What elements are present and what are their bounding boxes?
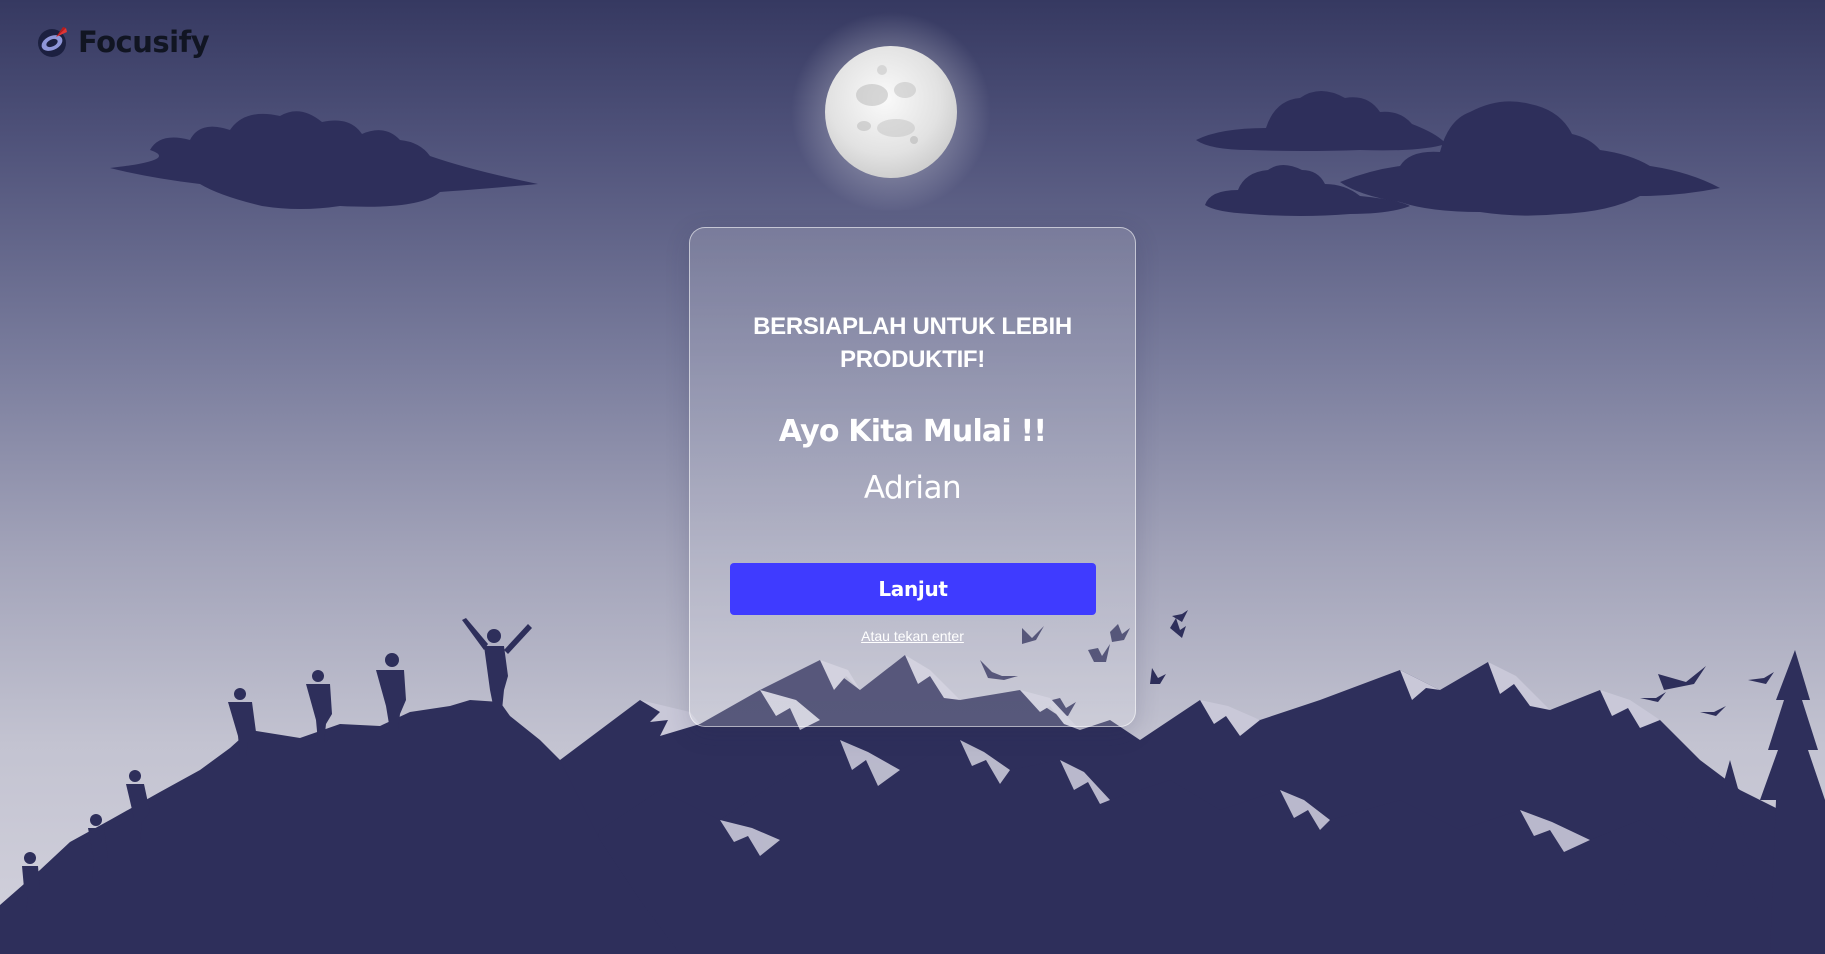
app-logo[interactable]: Focusify (36, 25, 210, 59)
welcome-card: BERSIAPLAH UNTUK LEBIH PRODUKTIF! Ayo Ki… (689, 227, 1136, 727)
welcome-screen: Focusify BERSIAPLAH UNTUK LEBIH PRODUKTI… (0, 0, 1825, 954)
greeting-text: Ayo Kita Mulai !! (778, 414, 1047, 449)
app-name: Focusify (78, 25, 210, 59)
continue-button[interactable]: Lanjut (730, 563, 1096, 615)
compass-icon (38, 27, 67, 57)
cloud-left (110, 111, 538, 209)
card-heading: BERSIAPLAH UNTUK LEBIH PRODUKTIF! (753, 313, 1072, 373)
cloud-right-small (1196, 91, 1446, 151)
enter-hint-link[interactable]: Atau tekan enter (690, 628, 1135, 644)
moon (791, 12, 991, 212)
user-name: Adrian (863, 470, 962, 506)
